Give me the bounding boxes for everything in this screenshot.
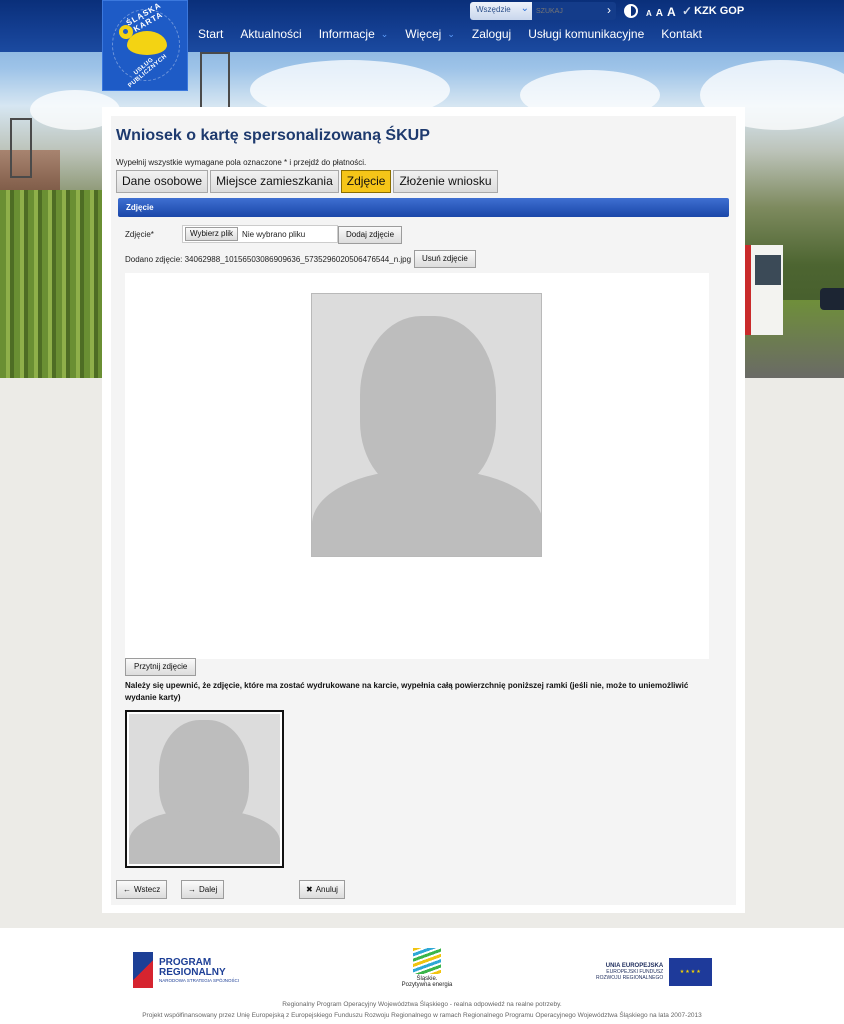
add-photo-button[interactable]: Dodaj zdjęcie — [338, 226, 403, 244]
cancel-button[interactable]: ✖ Anuluj — [299, 880, 345, 899]
font-size-controls: A A A — [646, 5, 676, 19]
chevron-down-icon: ⌄ — [520, 3, 529, 14]
eu-flag-icon: ★★★★ — [669, 958, 713, 986]
choose-file-button[interactable]: Wybierz plik — [185, 227, 239, 241]
nav-zaloguj[interactable]: Zaloguj — [472, 27, 511, 41]
nav-aktualnosci[interactable]: Aktualności — [240, 27, 301, 41]
arrow-left-icon: ← — [123, 885, 131, 894]
remove-photo-button[interactable]: Usuń zdjęcie — [414, 250, 476, 268]
close-icon: ✖ — [306, 885, 313, 894]
uploaded-photo[interactable] — [311, 293, 542, 557]
photo-file-input: Wybierz plik Nie wybrano pliku — [182, 225, 338, 243]
tab-miejsce-zamieszkania[interactable]: Miejsce zamieszkania — [210, 170, 339, 193]
nav-start[interactable]: Start — [198, 27, 223, 41]
page-title: Wniosek o kartę spersonalizowaną ŚKUP — [116, 127, 430, 144]
nav-kontakt[interactable]: Kontakt — [661, 27, 702, 41]
site-logo[interactable]: ŚLĄSKA KARTA USŁUG PUBLICZNYCH — [102, 0, 188, 91]
tab-dane-osobowe[interactable]: Dane osobowe — [116, 170, 209, 193]
file-name-text: Nie wybrano pliku — [242, 229, 306, 239]
chevron-down-icon: ⌄ — [380, 28, 389, 39]
font-size-large[interactable]: A — [667, 5, 676, 19]
photo-field-label: Zdjęcie* — [125, 230, 154, 239]
footer-line-1: Regionalny Program Operacyjny Województw… — [282, 1001, 562, 1008]
search-submit-icon[interactable]: › — [602, 2, 616, 20]
crop-photo-button[interactable]: Przytnij zdjęcie — [125, 658, 197, 676]
form-steps: Dane osobowe Miejsce zamieszkania Zdjęci… — [116, 170, 498, 193]
tab-zdjecie[interactable]: Zdjęcie — [340, 170, 392, 193]
arrow-right-icon: → — [188, 885, 196, 894]
program-flag-icon — [133, 952, 153, 988]
main-nav: Start Aktualności Informacje ⌄ Więcej ⌄ Za… — [198, 27, 719, 41]
eu-logo: UNIA EUROPEJSKA EUROPEJSKI FUNDUSZ ROZWO… — [596, 958, 713, 986]
form-hint: Wypełnij wszystkie wymagane pola oznaczo… — [116, 158, 367, 167]
program-regionalny-logo: PROGRAM REGIONALNY NARODOWA STRATEGIA SP… — [133, 952, 239, 988]
search-input[interactable] — [532, 2, 602, 20]
footer-line-2: Projekt współfinansowany przez Unię Euro… — [142, 1012, 702, 1019]
search-scope-select[interactable]: Wszędzie ⌄ — [470, 2, 532, 20]
tab-zlozenie-wniosku[interactable]: Złożenie wniosku — [393, 170, 498, 193]
slaskie-logo: Śląskie. Pozytywna energia — [398, 948, 456, 988]
font-size-small[interactable]: A — [646, 9, 652, 18]
nav-uslugi-komunikacyjne[interactable]: Usługi komunikacyjne — [528, 27, 644, 41]
next-button[interactable]: → Dalej — [181, 880, 225, 899]
kzk-gop-link[interactable]: ✓ KZK GOP — [682, 4, 744, 18]
photo-preview-frame — [125, 710, 284, 868]
kzk-logo-icon: ✓ — [682, 4, 693, 18]
back-button[interactable]: ← Wstecz — [116, 880, 168, 899]
search-bar: Wszędzie ⌄ › — [470, 2, 616, 20]
font-size-medium[interactable]: A — [656, 8, 663, 19]
photo-warning: Należy się upewnić, że zdjęcie, które ma… — [125, 681, 689, 702]
contrast-toggle-icon[interactable] — [624, 4, 638, 18]
chevron-down-icon: ⌄ — [447, 28, 455, 39]
nav-wiecej[interactable]: Więcej ⌄ — [405, 27, 455, 41]
section-header: Zdjęcie — [118, 198, 729, 217]
added-photo-text: Dodano zdjęcie: 34062988_101565030869096… — [125, 255, 412, 264]
slaskie-mark-icon — [413, 948, 441, 974]
photo-crop-canvas[interactable] — [125, 273, 709, 659]
nav-informacje[interactable]: Informacje ⌄ — [319, 27, 389, 41]
